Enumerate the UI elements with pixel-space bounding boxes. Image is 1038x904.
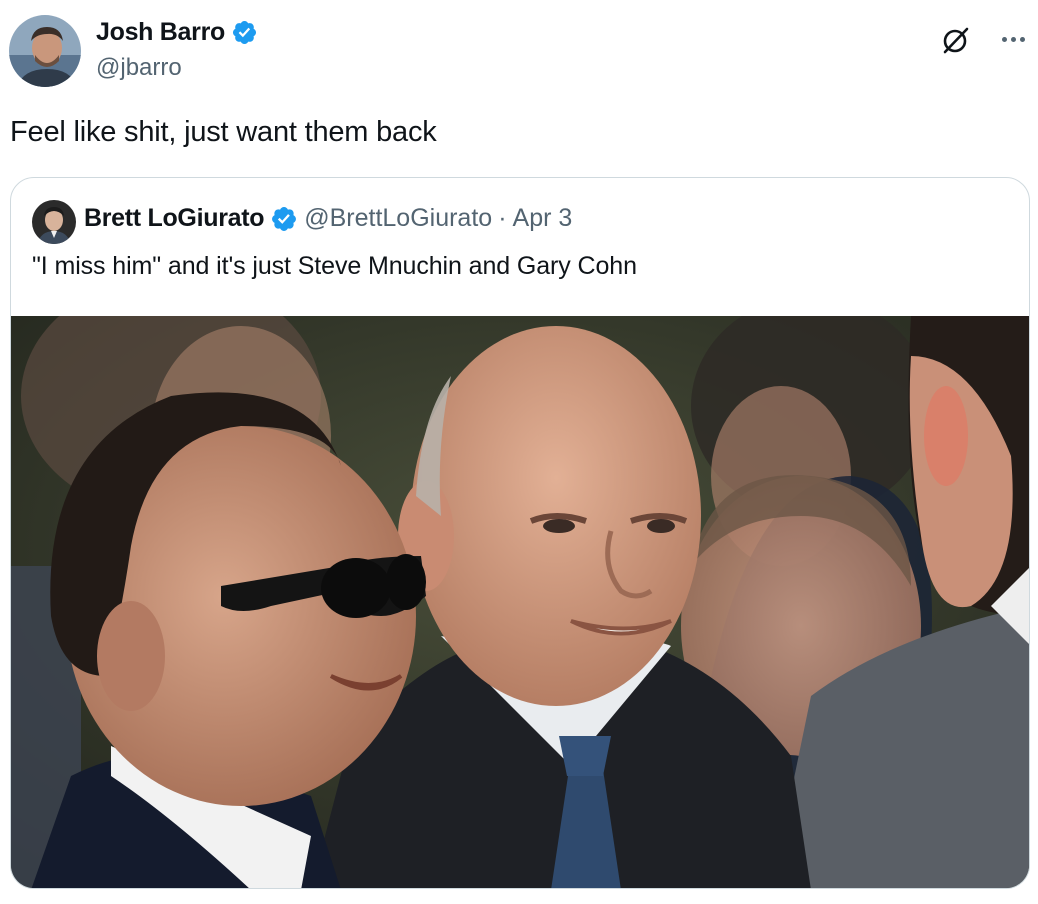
- tweet-text: Feel like shit, just want them back: [10, 116, 437, 148]
- quoted-author-name[interactable]: Brett LoGiurato: [84, 204, 265, 233]
- quoted-tweet-photo[interactable]: [11, 316, 1029, 888]
- grok-icon[interactable]: [940, 24, 972, 56]
- separator-dot: ·: [498, 204, 507, 232]
- more-icon[interactable]: [998, 24, 1028, 54]
- quoted-tweet-date[interactable]: Apr 3: [513, 204, 573, 233]
- tweet-header: Josh Barro @jbarro: [0, 0, 1038, 96]
- quoted-tweet-text: "I miss him" and it's just Steve Mnuchin…: [32, 252, 637, 280]
- quoted-author-handle[interactable]: @BrettLoGiurato: [304, 204, 492, 233]
- quoted-tweet[interactable]: Brett LoGiurato @BrettLoGiurato · Apr 3 …: [10, 177, 1030, 889]
- author-avatar[interactable]: [9, 15, 81, 87]
- author-handle[interactable]: @jbarro: [96, 54, 182, 82]
- quoted-author-avatar[interactable]: [32, 200, 76, 244]
- verified-badge-icon: [231, 19, 258, 46]
- author-name[interactable]: Josh Barro: [96, 18, 225, 47]
- verified-badge-icon: [270, 205, 298, 233]
